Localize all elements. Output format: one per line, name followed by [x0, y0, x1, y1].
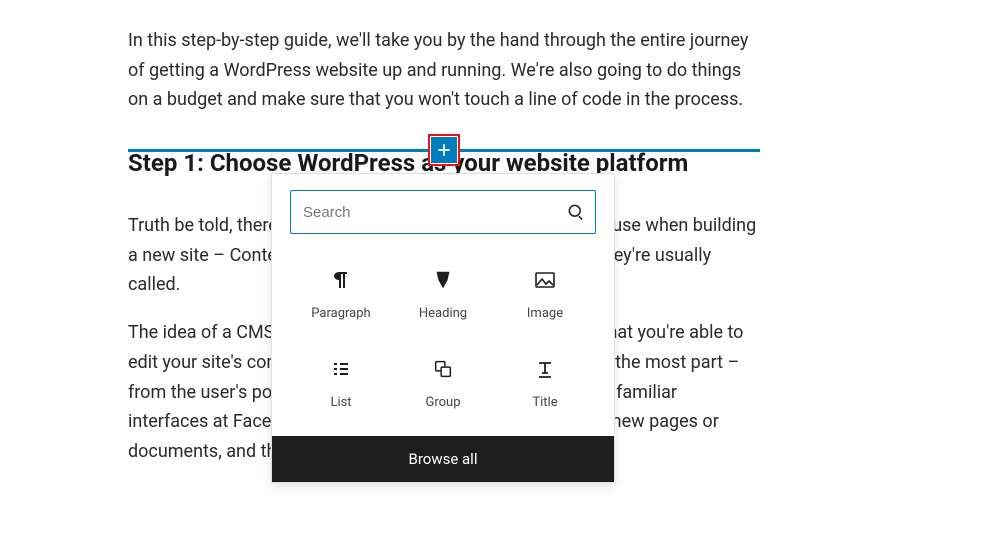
heading-icon — [431, 268, 455, 292]
block-label: Group — [425, 395, 460, 410]
block-inserter-popover: Paragraph Heading Image List — [271, 173, 615, 483]
browse-all-button[interactable]: Browse all — [272, 436, 614, 482]
search-input[interactable] — [290, 190, 596, 234]
blocks-grid: Paragraph Heading Image List — [290, 252, 596, 430]
block-paragraph[interactable]: Paragraph — [290, 252, 392, 341]
list-icon — [329, 357, 353, 381]
block-title[interactable]: Title — [494, 341, 596, 430]
block-image[interactable]: Image — [494, 252, 596, 341]
paragraph-icon — [329, 268, 353, 292]
block-label: Heading — [419, 306, 467, 321]
block-group[interactable]: Group — [392, 341, 494, 430]
intro-paragraph: In this step-by-step guide, we'll take y… — [128, 26, 758, 115]
image-icon — [533, 268, 557, 292]
add-block-button[interactable] — [431, 137, 457, 163]
group-icon — [431, 357, 455, 381]
add-block-button-highlight — [428, 134, 460, 166]
block-list[interactable]: List — [290, 341, 392, 430]
block-label: Image — [527, 306, 563, 321]
title-icon — [533, 357, 557, 381]
block-label: List — [330, 395, 351, 410]
block-label: Title — [532, 395, 557, 410]
search-icon — [566, 202, 586, 222]
plus-icon — [434, 140, 454, 160]
search-field-wrap — [290, 190, 596, 234]
block-label: Paragraph — [311, 306, 370, 321]
block-heading[interactable]: Heading — [392, 252, 494, 341]
